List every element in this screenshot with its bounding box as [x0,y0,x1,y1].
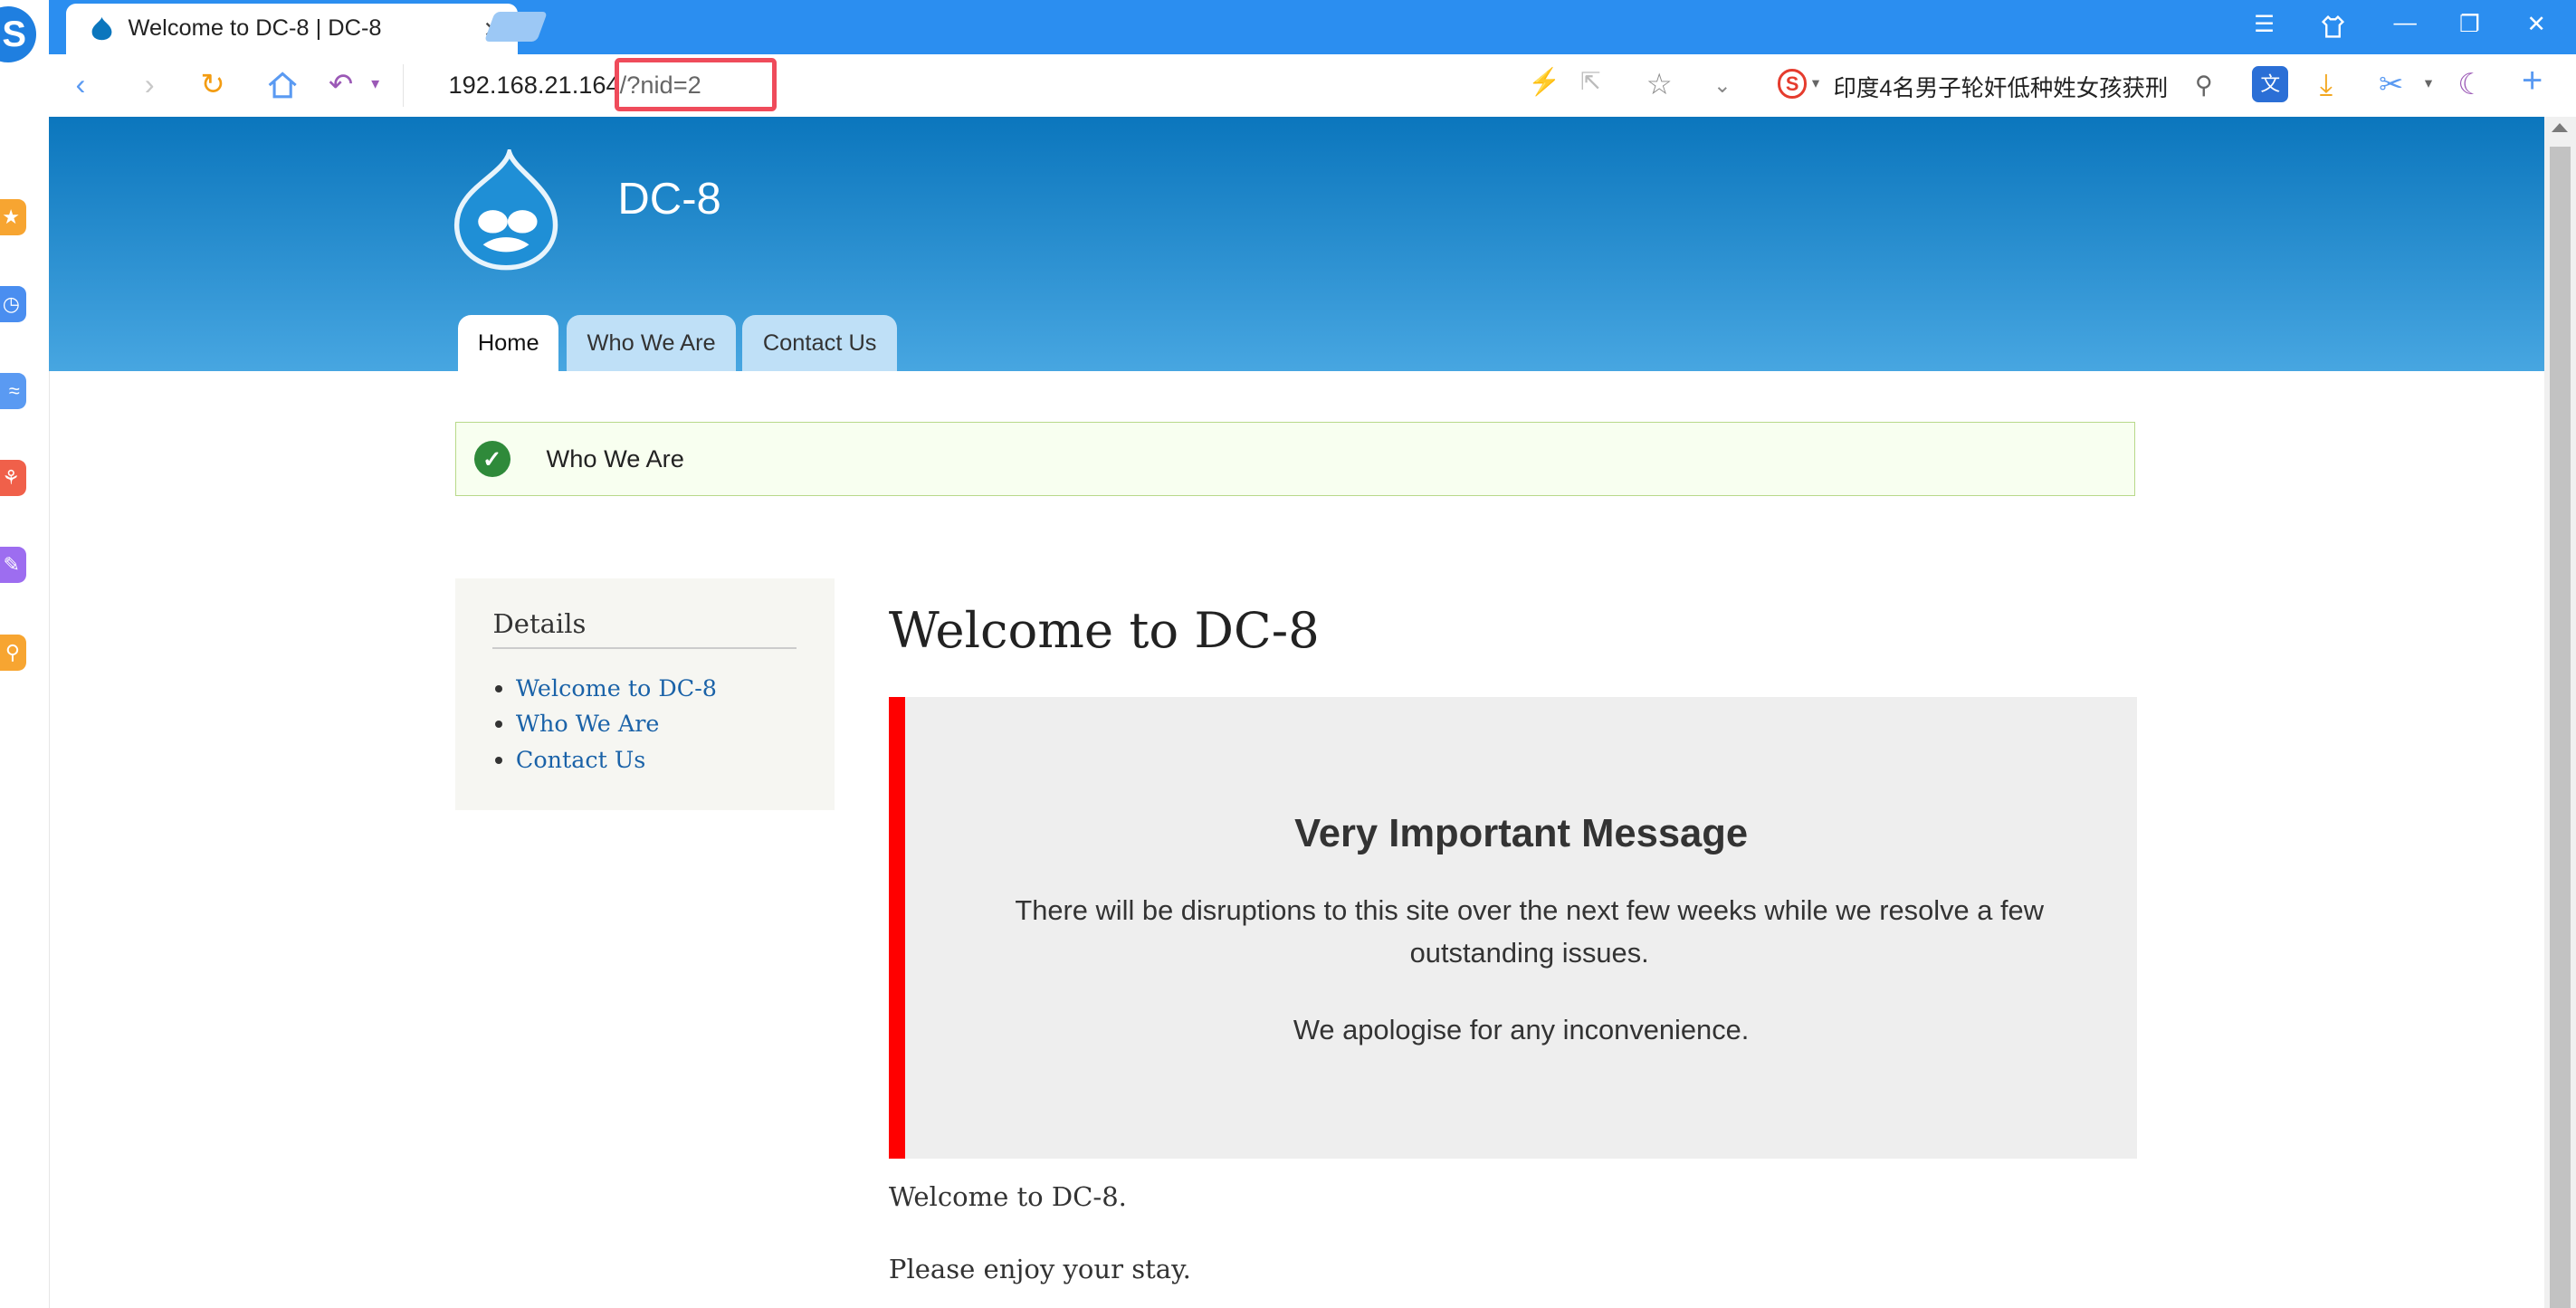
undo-icon[interactable]: ↶ [329,67,353,101]
notice-heading: Very Important Message [1294,811,1749,855]
browser-toolbar: ‹ › ↻ ↶ ▾ 192.168.21.164/?nid=2 ⚡ ⇱ ☆ ⌄ … [49,53,2576,118]
restore-icon[interactable]: ❐ [2459,10,2480,38]
scroll-up-arrow[interactable] [2551,123,2568,133]
forward-icon[interactable]: › [145,67,155,101]
back-icon[interactable]: ‹ [75,67,85,101]
enjoy-paragraph: Please enjoy your stay. [888,1253,1191,1284]
url-host: 192.168.21.164 [448,71,620,100]
details-item-welcome: Welcome to DC-8 [516,671,717,707]
details-title: Details [492,607,587,639]
nav-tab-home[interactable]: Home [458,315,559,372]
status-message-text: Who We Are [546,444,684,473]
details-item-contact-us: Contact Us [516,742,717,778]
download-icon[interactable]: ⤓ [2320,67,2333,102]
screenshot-dropdown-icon[interactable]: ▾ [2425,74,2432,92]
skin-icon[interactable] [2320,14,2346,40]
search-icon[interactable]: ⚲ [2195,71,2213,100]
nav-tab-contact-us[interactable]: Contact Us [742,315,897,372]
notes-icon[interactable]: ✎ [0,547,27,584]
drupal-favicon-icon [91,17,112,41]
add-icon[interactable]: + [2522,61,2543,101]
checkmark-icon: ✓ [473,441,510,478]
pdf-icon[interactable]: ⚘ [0,460,27,497]
bookmark-star-icon[interactable]: ☆ [1646,67,1673,101]
notice-line-1: There will be disruptions to this site o… [1015,893,2044,969]
browser-tab[interactable]: Welcome to DC-8 | DC-8 × [65,3,518,54]
close-window-icon[interactable]: ✕ [2526,10,2545,38]
status-message: ✓ Who We Are [454,422,2136,497]
details-item-who-we-are: Who We Are [516,706,717,742]
home-icon[interactable] [266,69,299,101]
page-scrollbar[interactable] [2544,116,2576,1308]
undo-dropdown-icon[interactable]: ▾ [371,74,379,93]
minimize-icon[interactable]: — [2393,10,2416,36]
favorites-icon[interactable]: ★ [0,198,27,235]
share-icon[interactable]: ⇱ [1580,67,1601,96]
url-separator [402,63,405,107]
tab-strip: Welcome to DC-8 | DC-8 × ☰ — ❐ ✕ [49,0,2576,54]
search-engine-dropdown-icon[interactable]: ▾ [1812,74,1819,92]
night-mode-icon[interactable]: ☾ [2457,67,2484,101]
details-block: Details Welcome to DC-8 Who We Are Conta… [454,578,835,810]
sogou-browser-logo[interactable]: S [0,6,36,62]
new-tab-button[interactable] [483,11,548,42]
tab-title: Welcome to DC-8 | DC-8 [128,15,382,42]
site-header: DC-8 Home Who We Are Contact Us [49,116,2545,372]
translate-icon[interactable]: 文 [2252,65,2289,102]
drupal-logo[interactable] [453,149,558,271]
menu-icon[interactable]: ☰ [2254,10,2275,38]
cloud-icon[interactable]: ≈ [0,373,27,409]
nav-tab-who-we-are[interactable]: Who We Are [567,315,737,372]
notice-line-2: We apologise for any inconvenience. [1293,1013,1750,1045]
sogou-search-icon[interactable]: S [1777,69,1808,99]
url-highlight-box [614,57,778,112]
important-notice: Very Important Message There will be dis… [888,696,2138,1159]
lightning-icon[interactable]: ⚡ [1528,67,1560,98]
details-link-who-we-are[interactable]: Who We Are [516,710,660,737]
welcome-paragraph: Welcome to DC-8. [888,1180,1127,1212]
chevron-down-icon[interactable]: ⌄ [1713,72,1732,98]
details-link-contact-us[interactable]: Contact Us [516,746,645,773]
search-tool-icon[interactable]: ⚲ [0,634,27,671]
screenshot-icon[interactable]: ✂ [2379,67,2403,101]
refresh-icon[interactable]: ↻ [200,67,224,101]
browser-left-rail: S ★ ◷ ≈ ⚘ ✎ ⚲ [0,0,51,1308]
page-title: Welcome to DC-8 [888,601,1320,660]
site-name[interactable]: DC-8 [617,174,720,224]
details-menu: Welcome to DC-8 Who We Are Contact Us [492,671,717,779]
history-icon[interactable]: ◷ [0,285,27,322]
details-divider [492,647,797,649]
scroll-thumb[interactable] [2549,146,2571,1308]
details-link-welcome[interactable]: Welcome to DC-8 [516,674,717,702]
news-ticker[interactable]: 印度4名男子轮奸低种姓女孩获刑 [1834,71,2169,103]
